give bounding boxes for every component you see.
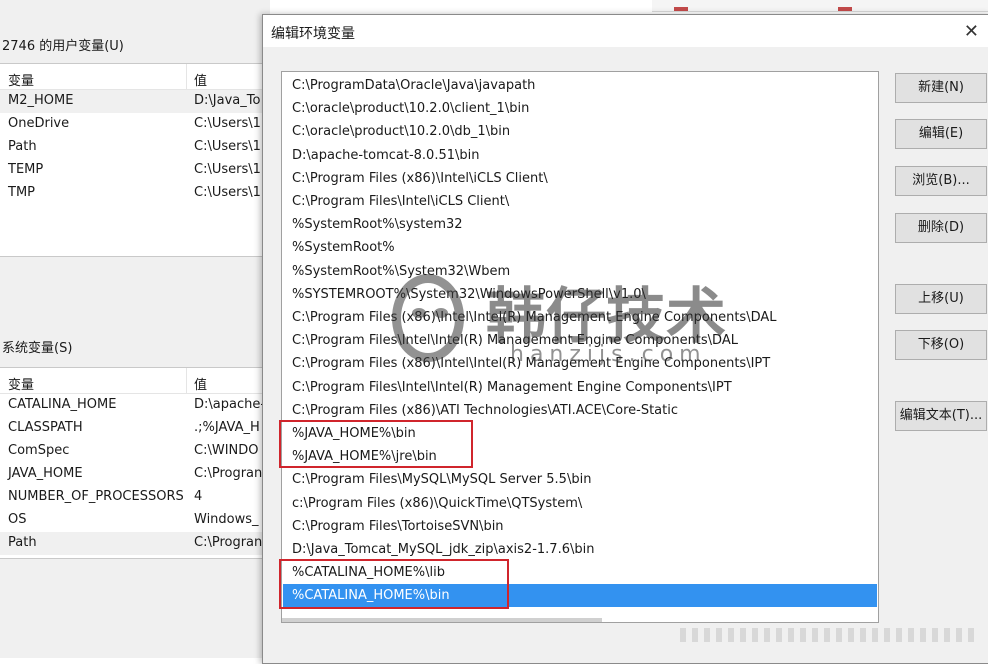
variable-row[interactable]: M2_HOME D:\Java_To [0, 90, 270, 113]
column-variable[interactable]: 变量 [8, 70, 34, 89]
dialog-titlebar[interactable]: 编辑环境变量 ✕ [263, 15, 988, 47]
edit-environment-variable-dialog: 编辑环境变量 ✕ C:\ProgramData\Oracle\Java\java… [262, 14, 988, 664]
variable-row[interactable]: TEMP C:\Users\1 [0, 159, 270, 182]
column-value[interactable]: 值 [194, 374, 207, 393]
variable-name: Path [8, 139, 37, 154]
variable-row[interactable]: OneDrive C:\Users\1 [0, 113, 270, 136]
path-entry[interactable]: %JAVA_HOME%\bin [283, 422, 877, 445]
variable-value: 4 [194, 489, 203, 504]
move-up-button[interactable]: 上移(U) [895, 284, 987, 314]
path-entry[interactable]: C:\oracle\product\10.2.0\client_1\bin [283, 97, 877, 120]
variable-row[interactable]: TMP C:\Users\1 [0, 182, 270, 205]
path-entry[interactable]: %SystemRoot%\System32\Wbem [283, 260, 877, 283]
variable-name: JAVA_HOME [8, 466, 83, 481]
path-entry[interactable]: C:\Program Files\MySQL\MySQL Server 5.5\… [283, 468, 877, 491]
variable-value: .;%JAVA_H [194, 420, 260, 435]
close-icon[interactable]: ✕ [964, 21, 979, 42]
variable-name: ComSpec [8, 443, 70, 458]
new-button[interactable]: 新建(N) [895, 73, 987, 103]
variable-name: NUMBER_OF_PROCESSORS [8, 489, 184, 504]
path-entry[interactable]: C:\Program Files\TortoiseSVN\bin [283, 515, 877, 538]
path-entry[interactable]: C:\Program Files\Intel\Intel(R) Manageme… [283, 376, 877, 399]
path-entry[interactable]: C:\Program Files\Intel\Intel(R) Manageme… [283, 329, 877, 352]
variable-row[interactable]: ComSpec C:\WINDO [0, 440, 270, 463]
path-entry[interactable]: C:\Program Files (x86)\ATI Technologies\… [283, 399, 877, 422]
variable-row[interactable]: Path C:\Users\1 [0, 136, 270, 159]
window-top-strip [0, 0, 270, 22]
column-value[interactable]: 值 [194, 70, 207, 89]
move-down-button[interactable]: 下移(O) [895, 330, 987, 360]
variable-name: TEMP [8, 162, 44, 177]
bottom-watermark-residue [680, 628, 980, 642]
horizontal-scrollbar[interactable] [282, 618, 602, 622]
variable-row[interactable]: Path C:\Progran [0, 532, 270, 555]
variable-value: C:\WINDO [194, 443, 259, 458]
path-entry[interactable]: %CATALINA_HOME%\bin [283, 584, 877, 608]
variable-value: D:\Java_To [194, 93, 261, 108]
path-entry[interactable]: C:\oracle\product\10.2.0\db_1\bin [283, 120, 877, 143]
edit-text-button[interactable]: 编辑文本(T)... [895, 401, 987, 431]
variable-row[interactable]: OS Windows_ [0, 509, 270, 532]
path-entry[interactable]: C:\Program Files (x86)\Intel\iCLS Client… [283, 167, 877, 190]
user-variables-header: 变量 值 [0, 64, 270, 90]
environment-variables-window: 2746 的用户变量(U) 变量 值 M2_HOME D:\Java_To OneD… [0, 0, 270, 658]
delete-button[interactable]: 删除(D) [895, 213, 987, 243]
browse-button[interactable]: 浏览(B)... [895, 166, 987, 196]
variable-name: CLASSPATH [8, 420, 83, 435]
path-entry[interactable]: %SystemRoot%\system32 [283, 213, 877, 236]
path-entry[interactable]: %JAVA_HOME%\jre\bin [283, 445, 877, 468]
variable-name: OS [8, 512, 27, 527]
background-window-strip [652, 0, 988, 12]
path-entry[interactable]: D:\apache-tomcat-8.0.51\bin [283, 144, 877, 167]
variable-value: D:\apache- [194, 397, 266, 412]
variable-value: C:\Progran [194, 466, 263, 481]
user-variables-list[interactable]: 变量 值 M2_HOME D:\Java_To OneDrive C:\Users\1… [0, 63, 270, 257]
variable-name: CATALINA_HOME [8, 397, 117, 412]
variable-value: C:\Progran [194, 535, 263, 550]
variable-name: M2_HOME [8, 93, 74, 108]
path-entry[interactable]: %SystemRoot% [283, 236, 877, 259]
user-variables-label: 2746 的用户变量(U) [2, 39, 124, 54]
path-entry[interactable]: c:\Program Files (x86)\QuickTime\QTSyste… [283, 492, 877, 515]
variable-name: OneDrive [8, 116, 70, 131]
path-entry[interactable]: C:\Program Files\Intel\iCLS Client\ [283, 190, 877, 213]
variable-row[interactable]: CLASSPATH .;%JAVA_H [0, 417, 270, 440]
path-entry[interactable]: C:\Program Files (x86)\Intel\Intel(R) Ma… [283, 352, 877, 375]
variable-row[interactable]: CATALINA_HOME D:\apache- [0, 394, 270, 417]
path-entry[interactable]: C:\Program Files (x86)\Intel\Intel(R) Ma… [283, 306, 877, 329]
variable-value: Windows_ [194, 512, 259, 527]
system-variables-header: 变量 值 [0, 368, 270, 394]
system-variables-list[interactable]: 变量 值 CATALINA_HOME D:\apache- CLASSPATH.;%… [0, 367, 270, 559]
path-entry[interactable]: C:\ProgramData\Oracle\Java\javapath [283, 74, 877, 97]
column-variable[interactable]: 变量 [8, 374, 34, 393]
dialog-title: 编辑环境变量 [271, 26, 355, 42]
variable-value: C:\Users\1 [194, 116, 261, 131]
variable-name: Path [8, 535, 37, 550]
variable-value: C:\Users\1 [194, 139, 261, 154]
variable-name: TMP [8, 185, 35, 200]
variable-value: C:\Users\1 [194, 185, 261, 200]
system-variables-label: 系统变量(S) [2, 341, 73, 356]
variable-row[interactable]: NUMBER_OF_PROCESSORS 4 [0, 486, 270, 509]
edit-button[interactable]: 编辑(E) [895, 119, 987, 149]
path-entry[interactable]: %CATALINA_HOME%\lib [283, 561, 877, 584]
variable-value: C:\Users\1 [194, 162, 261, 177]
path-entry[interactable]: D:\Java_Tomcat_MySQL_jdk_zip\axis2-1.7.6… [283, 538, 877, 561]
path-entries-list[interactable]: C:\ProgramData\Oracle\Java\javapath C:\or… [281, 71, 879, 623]
path-entry[interactable]: %SYSTEMROOT%\System32\WindowsPowerShell\… [283, 283, 877, 306]
variable-row[interactable]: JAVA_HOME C:\Progran [0, 463, 270, 486]
